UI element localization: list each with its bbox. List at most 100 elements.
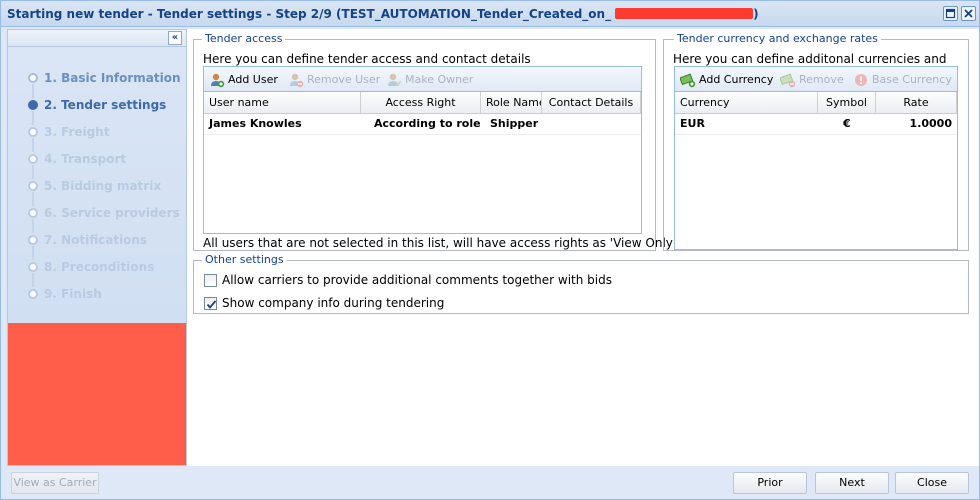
step-circle-icon <box>28 73 38 83</box>
column-header-rate[interactable]: Rate <box>876 92 957 114</box>
wizard-step[interactable]: 1. Basic Information <box>26 70 181 98</box>
tender-access-legend: Tender access <box>202 32 286 46</box>
currency-description: Here you can define additonal currencies… <box>673 52 947 66</box>
step-label: 2. Tender settings <box>44 98 167 112</box>
step-connector <box>32 246 34 260</box>
redacted-title-part <box>615 8 754 19</box>
column-header-role-name[interactable]: Role Name <box>481 92 542 114</box>
make-owner-icon <box>388 73 402 87</box>
add-user-label: Add User <box>228 73 278 86</box>
cell-user-name: James Knowles <box>209 117 302 130</box>
prior-button[interactable]: Prior <box>733 472 807 494</box>
sidebar-header: « <box>8 30 186 47</box>
users-grid: Add User Remove User Make Owner User nam… <box>203 66 642 234</box>
allow-comments-option[interactable]: Allow carriers to provide additional com… <box>204 273 612 289</box>
next-button[interactable]: Next <box>815 472 889 494</box>
wizard-footer: View as Carrier Prior Next Close <box>1 466 979 499</box>
wizard-step: 5. Bidding matrix <box>26 178 181 206</box>
wizard-steps: 1. Basic Information 2. Tender settings 3.… <box>26 70 181 313</box>
wizard-sidebar: « 1. Basic Information 2. Tender settings… <box>7 29 187 466</box>
window-titlebar: Starting new tender - Tender settings - … <box>1 1 979 27</box>
main-content: Tender access Here you can define tender… <box>187 29 979 466</box>
add-user-button[interactable]: Add User <box>209 71 278 88</box>
collapse-sidebar-button[interactable]: « <box>168 31 182 45</box>
column-header-user-name[interactable]: User name <box>204 92 361 114</box>
tender-access-fieldset: Tender access Here you can define tender… <box>193 32 676 251</box>
close-window-button[interactable] <box>961 6 976 21</box>
close-icon <box>964 9 973 18</box>
wizard-step: 8. Preconditions <box>26 259 181 287</box>
wizard-step[interactable]: 2. Tender settings <box>26 97 181 125</box>
add-currency-button[interactable]: Add Currency <box>680 71 773 88</box>
remove-user-label: Remove User <box>307 73 381 86</box>
step-connector <box>32 84 34 98</box>
warning-icon <box>855 74 867 86</box>
step-circle-icon <box>28 289 38 299</box>
double-chevron-left-icon: « <box>171 32 179 43</box>
wizard-window: Starting new tender - Tender settings - … <box>0 0 980 500</box>
maximize-icon <box>945 8 956 19</box>
remove-user-icon <box>290 73 304 88</box>
table-row[interactable]: EUR € 1.0000 <box>675 114 957 135</box>
currency-legend: Tender currency and exchange rates <box>674 32 881 46</box>
currency-fieldset: Tender currency and exchange rates Here … <box>663 32 969 251</box>
column-header-symbol[interactable]: Symbol <box>818 92 876 114</box>
column-header-access-right[interactable]: Access Right <box>361 92 481 114</box>
window-title: Starting new tender - Tender settings - … <box>7 7 759 21</box>
window-title-text: Starting new tender - Tender settings - … <box>7 7 612 21</box>
base-currency-label: Base Currency <box>872 73 952 86</box>
make-owner-button[interactable]: Make Owner <box>386 71 473 88</box>
step-circle-icon <box>28 235 38 245</box>
show-company-info-label: Show company info during tendering <box>222 296 445 310</box>
steps-panel: « 1. Basic Information 2. Tender settings… <box>8 30 186 323</box>
base-currency-button[interactable]: Base Currency <box>853 71 952 88</box>
show-company-info-option[interactable]: Show company info during tendering <box>204 296 444 312</box>
cell-rate: 1.0000 <box>909 117 952 130</box>
column-header-currency[interactable]: Currency <box>675 92 818 114</box>
step-circle-icon <box>28 181 38 191</box>
step-circle-icon <box>28 100 38 110</box>
step-connector <box>32 192 34 206</box>
add-user-icon <box>211 73 225 88</box>
cell-symbol: € <box>843 117 851 130</box>
cell-currency: EUR <box>680 117 705 130</box>
remove-user-button[interactable]: Remove User <box>288 71 380 88</box>
step-label: 6. Service providers <box>44 206 180 220</box>
step-circle-icon <box>28 262 38 272</box>
other-settings-fieldset: Other settings Allow carriers to provide… <box>193 253 969 314</box>
step-label: 8. Preconditions <box>44 260 155 274</box>
step-label: 7. Notifications <box>44 233 148 247</box>
column-header-contact-details[interactable]: Contact Details <box>542 92 641 114</box>
wizard-step: 7. Notifications <box>26 232 181 260</box>
allow-comments-checkbox[interactable] <box>204 274 217 287</box>
step-label: 9. Finish <box>44 287 102 301</box>
currency-toolbar: Add Currency Remove Base Currency <box>675 67 957 92</box>
tender-access-description: Here you can define tender access and co… <box>203 52 531 66</box>
remove-currency-button[interactable]: Remove <box>780 71 844 88</box>
sidebar-banner <box>8 323 186 465</box>
table-row[interactable]: James Knowles According to role Shipper <box>204 114 641 135</box>
currency-grid: Add Currency Remove Base Currency Curren… <box>674 66 958 250</box>
remove-currency-icon <box>780 73 796 88</box>
close-button[interactable]: Close <box>895 472 969 494</box>
step-connector <box>32 111 34 125</box>
make-owner-label: Make Owner <box>405 73 474 86</box>
add-currency-label: Add Currency <box>699 73 774 86</box>
users-toolbar: Add User Remove User Make Owner <box>204 67 641 92</box>
wizard-step: 4. Transport <box>26 151 181 179</box>
other-settings-legend: Other settings <box>202 253 287 267</box>
allow-comments-label: Allow carriers to provide additional com… <box>222 273 612 287</box>
maximize-button[interactable] <box>943 6 958 21</box>
users-grid-header: User name Access Right Role Name Contact… <box>204 92 641 114</box>
cell-role-name: Shipper <box>490 117 539 130</box>
step-circle-icon <box>28 127 38 137</box>
add-currency-icon <box>680 73 696 88</box>
view-as-carrier-button[interactable]: View as Carrier <box>11 472 99 494</box>
cell-access-right: According to role <box>374 117 481 130</box>
step-connector <box>32 138 34 152</box>
cell-contact-details <box>542 114 552 135</box>
wizard-step: 3. Freight <box>26 124 181 152</box>
step-circle-icon <box>28 208 38 218</box>
show-company-info-checkbox[interactable] <box>204 297 217 310</box>
wizard-step: 9. Finish <box>26 286 181 313</box>
